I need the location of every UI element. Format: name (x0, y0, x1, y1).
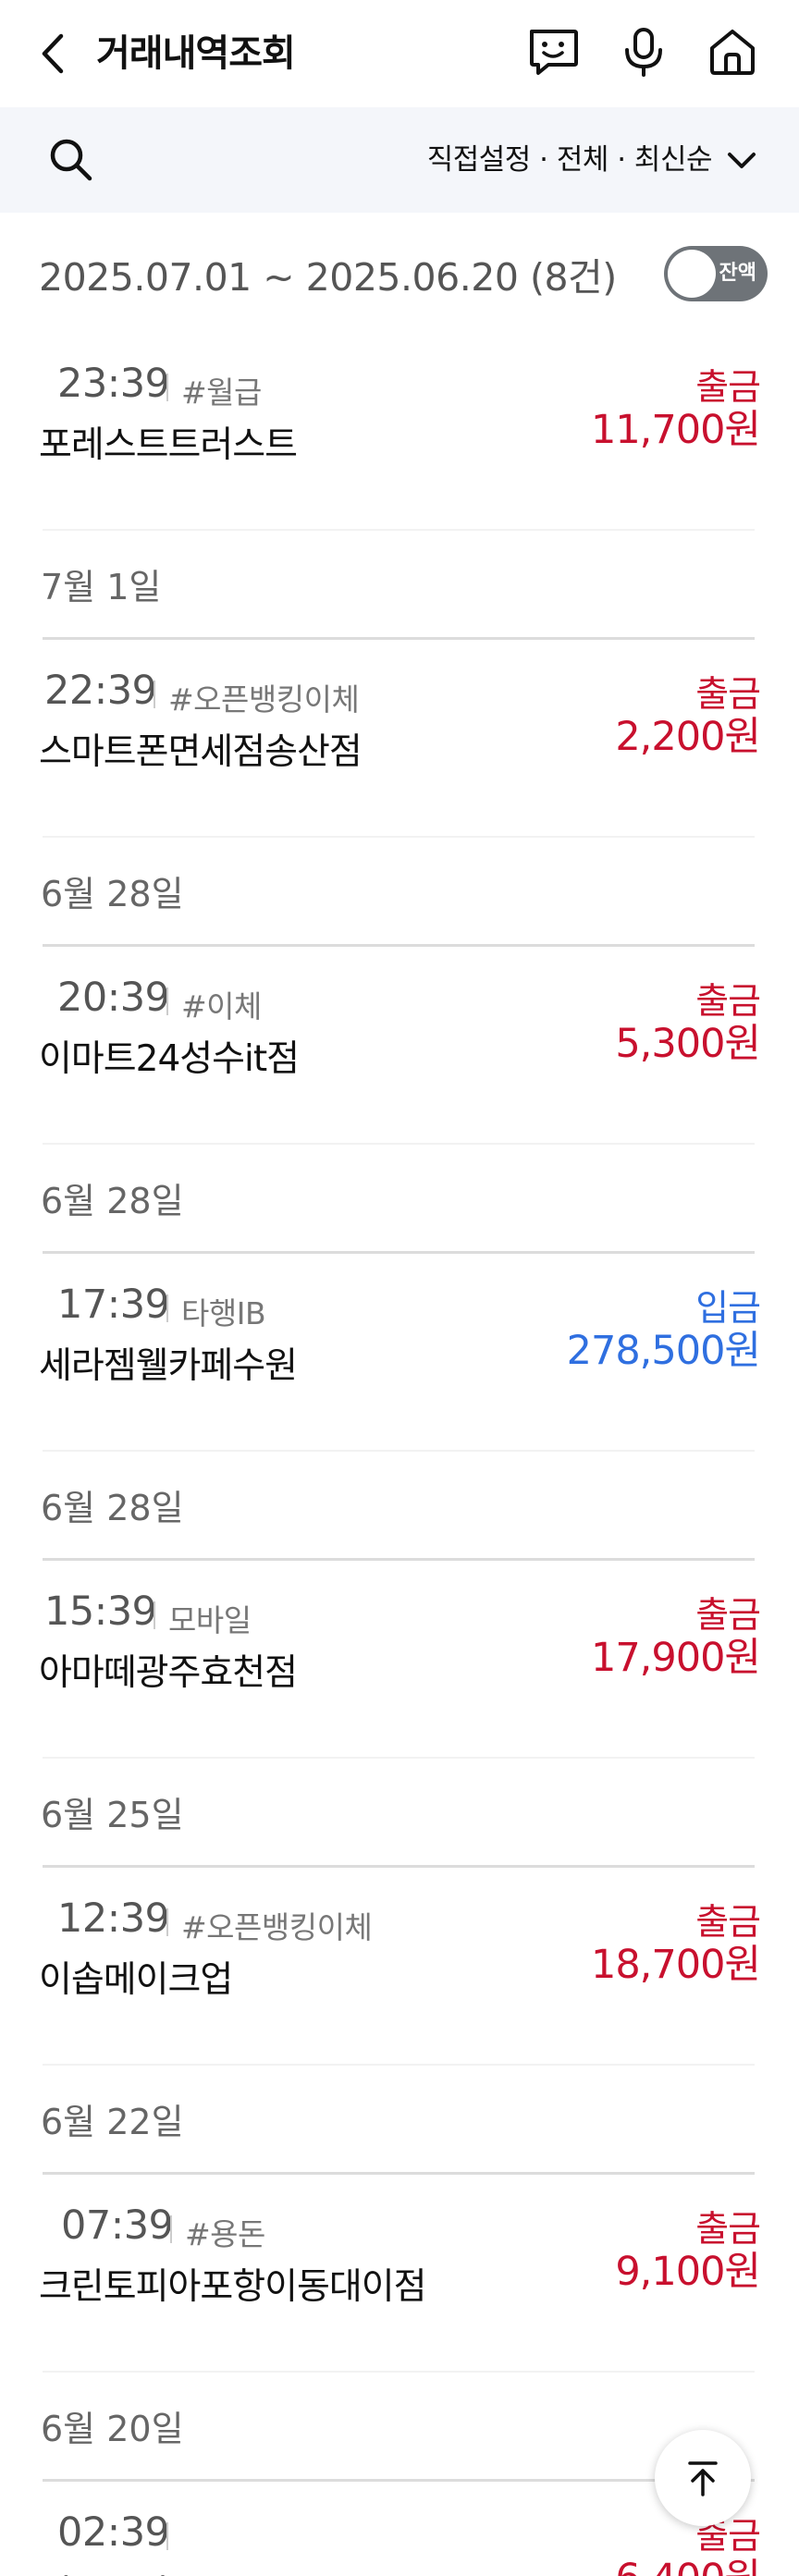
transaction-row[interactable]: 17:39 타행IB 세라젬웰카페수원 입금 278,500원 (0, 1254, 799, 1452)
transaction-row[interactable]: 20:39 #이체 이마트24성수it점 출금 5,300원 (0, 947, 799, 1145)
transaction-memo-tag: #용돈 (185, 2216, 265, 2252)
search-icon (50, 139, 92, 181)
home-icon (710, 30, 755, 75)
filter-bar: 직접설정 · 전체 · 최신순 (0, 107, 799, 213)
filter-dropdown-toggle[interactable] (725, 146, 758, 174)
transaction-amount: 17,900원 (590, 1635, 761, 1681)
transaction-amount: 11,700원 (590, 407, 761, 453)
transaction-time: 12:39 (57, 1895, 170, 1942)
transaction-time: 22:39 (44, 668, 157, 714)
transaction-amount: 18,700원 (590, 1942, 761, 1988)
transaction-list: 23:39 #월급 포레스트트러스트 출금 11,700원 7월 1일 22:39 #오픈뱅킹… (0, 333, 799, 2576)
date-label: 6월 20일 (41, 2409, 184, 2449)
transaction-time: 07:39 (61, 2202, 174, 2249)
transaction-merchant: 세라젬웰카페수원 (39, 1345, 298, 1387)
date-label: 6월 28일 (41, 1181, 184, 1221)
filter-summary[interactable]: 직접설정 · 전체 · 최신순 (427, 133, 713, 187)
date-group-header: 6월 22일 (0, 2066, 799, 2175)
transaction-merchant: 스마트폰면세점송산점 (39, 731, 363, 773)
transaction-memo-tag: #오픈뱅킹이체 (168, 681, 360, 718)
home-button[interactable] (705, 24, 760, 80)
transaction-row[interactable]: 23:39 #월급 포레스트트러스트 출금 11,700원 (0, 333, 799, 531)
transaction-amount: 6,400원 (615, 2546, 761, 2576)
transaction-merchant: 아마떼광주효천점 (39, 1652, 298, 1694)
transaction-row[interactable]: 15:39 모바일 아마떼광주효천점 출금 17,900원 (0, 1561, 799, 1759)
transaction-row[interactable]: 12:39 #오픈뱅킹이체 이솝메이크업 출금 18,700원 (0, 1868, 799, 2066)
balance-toggle-label: 잔액 (719, 262, 756, 285)
date-group-header: 7월 1일 (0, 531, 799, 640)
scroll-to-top-button[interactable] (655, 2430, 751, 2526)
transaction-memo-tag: #이체 (181, 988, 262, 1024)
transaction-merchant: 이솝메이크업 (39, 1959, 233, 2001)
time-tag-separator (154, 681, 155, 708)
time-tag-separator (166, 987, 168, 1015)
date-group-header: 6월 25일 (0, 1759, 799, 1868)
transaction-amount: 278,500원 (566, 1328, 761, 1374)
toggle-knob (668, 250, 716, 298)
transaction-amount: 9,100원 (615, 2249, 761, 2295)
date-label: 6월 28일 (41, 1488, 184, 1528)
time-tag-separator (166, 2522, 168, 2550)
transaction-memo-tag: 모바일 (168, 1602, 252, 1638)
date-label: 6월 22일 (41, 2102, 184, 2142)
voice-search-button[interactable] (616, 24, 671, 80)
time-tag-separator (166, 1294, 168, 1322)
transaction-time: 23:39 (57, 361, 170, 407)
date-group-header: 6월 28일 (0, 838, 799, 947)
transaction-time: 15:39 (44, 1589, 157, 1635)
chevron-down-icon (728, 153, 756, 168)
time-tag-separator (166, 1908, 168, 1936)
date-range: 2025.07.01 ~ 2025.06.20 (8건) (39, 255, 617, 300)
transaction-merchant: 성우투어 (39, 2565, 169, 2576)
transaction-time: 20:39 (57, 975, 170, 1021)
arrow-up-to-top-icon (688, 2461, 718, 2496)
balance-toggle[interactable]: 잔액 (664, 246, 768, 301)
chevron-left-icon (42, 33, 64, 74)
transaction-row[interactable]: 22:39 #오픈뱅킹이체 스마트폰면세점송산점 출금 2,200원 (0, 640, 799, 838)
time-tag-separator (166, 374, 168, 401)
date-label: 7월 1일 (41, 567, 162, 607)
transaction-amount: 5,300원 (615, 1021, 761, 1067)
transaction-merchant: 크린토피아포항이동대이점 (39, 2266, 427, 2308)
app-header: 거래내역조회 (0, 0, 799, 107)
transaction-amount: 2,200원 (615, 714, 761, 760)
transaction-row[interactable]: 07:39 #용돈 크린토피아포항이동대이점 출금 9,100원 (0, 2175, 799, 2373)
microphone-icon (625, 28, 662, 77)
back-button[interactable] (37, 28, 74, 80)
transaction-time: 17:39 (57, 1282, 170, 1328)
time-tag-separator (154, 1601, 155, 1629)
date-group-header: 6월 28일 (0, 1452, 799, 1561)
page-title: 거래내역조회 (96, 32, 296, 75)
time-tag-separator (170, 2215, 172, 2243)
transaction-merchant: 이마트24성수it점 (39, 1038, 300, 1080)
transaction-memo-tag: #오픈뱅킹이체 (181, 1909, 373, 1945)
chat-face-icon (530, 30, 578, 75)
date-label: 6월 28일 (41, 874, 184, 914)
transaction-memo-tag: 타행IB (181, 1295, 266, 1331)
transaction-memo-tag: #월급 (181, 374, 262, 411)
transaction-merchant: 포레스트트러스트 (39, 424, 298, 466)
transaction-time: 02:39 (57, 2509, 170, 2556)
date-group-header: 6월 28일 (0, 1145, 799, 1254)
chatbot-button[interactable] (525, 24, 581, 80)
search-button[interactable] (46, 135, 96, 185)
date-label: 6월 25일 (41, 1795, 184, 1835)
